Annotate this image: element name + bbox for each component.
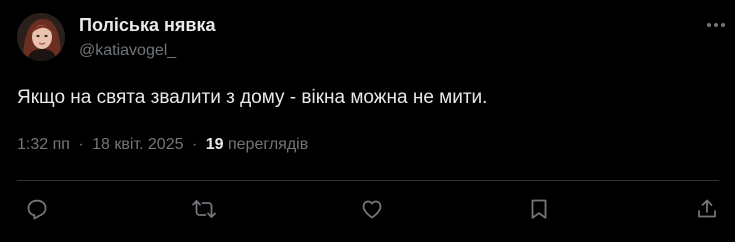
avatar-photo — [17, 13, 65, 61]
like-icon — [362, 200, 382, 219]
tweet-time[interactable]: 1:32 пп — [17, 136, 70, 153]
reply-icon — [27, 199, 47, 220]
more-options-button[interactable] — [701, 13, 731, 37]
repost-button[interactable] — [191, 196, 217, 222]
reply-button[interactable] — [24, 196, 50, 222]
share-button[interactable] — [694, 196, 720, 222]
tweet-date[interactable]: 18 квіт. 2025 — [92, 136, 183, 153]
bookmark-icon — [531, 199, 547, 219]
display-name[interactable]: Поліська нявка — [79, 15, 215, 36]
tweet-text: Якщо на свята звалити з дому - вікна мож… — [17, 87, 488, 108]
more-icon — [707, 23, 725, 27]
views-label: переглядів — [227, 136, 309, 153]
like-button[interactable] — [359, 196, 385, 222]
repost-icon — [192, 200, 216, 218]
bookmark-button[interactable] — [526, 196, 552, 222]
user-handle[interactable]: @katiavogel_ — [79, 42, 176, 60]
share-icon — [698, 199, 716, 218]
views-count[interactable]: 19 — [206, 136, 224, 153]
tweet-meta: 1:32 пп · 18 квіт. 2025 · 19 переглядів — [17, 136, 308, 154]
avatar[interactable] — [17, 13, 65, 61]
meta-separator: · — [78, 136, 84, 153]
meta-separator: · — [191, 136, 198, 153]
divider — [17, 180, 719, 181]
